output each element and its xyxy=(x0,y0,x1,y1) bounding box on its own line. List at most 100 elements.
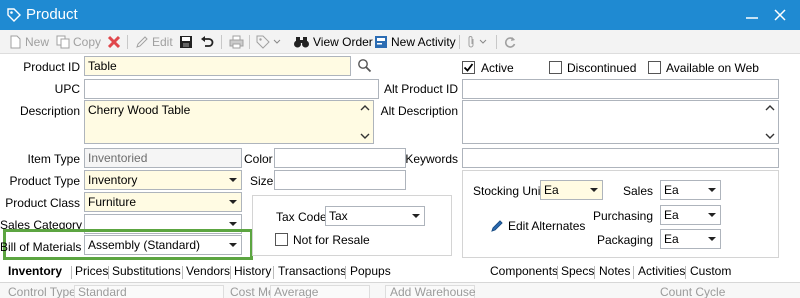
chevron-down-icon[interactable] xyxy=(704,181,720,199)
packaging-unit-select[interactable]: Ea xyxy=(660,229,721,249)
view-order-button[interactable]: View Order xyxy=(293,33,373,51)
discontinued-checkbox[interactable] xyxy=(549,61,562,74)
new-activity-label: New Activity xyxy=(391,35,456,49)
description-field[interactable]: Cherry Wood Table xyxy=(84,100,374,144)
alt-product-id-field[interactable] xyxy=(462,79,779,99)
edit-alternates-button[interactable]: Edit Alternates xyxy=(490,219,585,233)
chevron-down-icon[interactable] xyxy=(704,230,720,248)
control-type-label: Control Type xyxy=(8,285,76,298)
undo-icon xyxy=(201,36,214,47)
product-type-select[interactable]: Inventory xyxy=(84,170,242,190)
available-on-web-checkbox[interactable] xyxy=(648,61,661,74)
sales-unit-label: Sales xyxy=(622,184,653,198)
save-button[interactable] xyxy=(179,33,193,51)
paperclip-icon xyxy=(468,36,474,48)
stocking-unit-select[interactable]: Ea xyxy=(540,180,603,200)
stocking-unit-label: Stocking Unit xyxy=(473,184,544,198)
chevron-down-icon[interactable] xyxy=(225,236,241,254)
close-button[interactable] xyxy=(770,5,790,25)
tab-separator xyxy=(557,266,558,279)
chevron-down-icon[interactable] xyxy=(704,206,720,224)
undo-button[interactable] xyxy=(200,33,214,51)
tab-custom[interactable]: Custom xyxy=(690,264,731,278)
tag-menu-button[interactable] xyxy=(256,33,281,51)
new-activity-button[interactable]: New Activity xyxy=(374,33,456,51)
tab-inventory[interactable]: Inventory xyxy=(8,264,62,278)
active-checkbox[interactable] xyxy=(462,61,475,74)
bill-of-materials-select[interactable]: Assembly (Standard) xyxy=(84,235,242,255)
product-type-value: Inventory xyxy=(88,173,138,187)
copy-button[interactable]: Copy xyxy=(56,33,101,51)
new-document-icon xyxy=(10,35,21,49)
toolbar-separator xyxy=(221,35,222,49)
discontinued-label: Discontinued xyxy=(567,61,637,75)
toolbar-separator xyxy=(249,35,250,49)
tab-substitutions[interactable]: Substitutions xyxy=(112,264,181,278)
delete-icon xyxy=(107,35,121,49)
tab-separator xyxy=(633,266,634,279)
new-button[interactable]: New xyxy=(8,33,49,51)
upc-label: UPC xyxy=(54,82,80,96)
count-cycle-label: Count Cycle xyxy=(660,285,726,298)
minimize-button[interactable] xyxy=(742,6,762,24)
toolbar-separator xyxy=(127,35,128,49)
tab-separator xyxy=(594,266,595,279)
tab-separator xyxy=(345,266,346,279)
refresh-button[interactable] xyxy=(503,33,517,51)
tab-vendors[interactable]: Vendors xyxy=(186,264,230,278)
tag-icon xyxy=(7,8,21,22)
control-type-value: Standard xyxy=(78,285,127,298)
tax-code-label: Tax Code xyxy=(276,210,327,224)
product-id-label: Product ID xyxy=(23,60,80,74)
keywords-label: Keywords xyxy=(405,152,458,166)
size-label: Size xyxy=(250,174,274,188)
size-field[interactable] xyxy=(274,170,406,190)
delete-button[interactable] xyxy=(107,33,121,51)
print-button[interactable] xyxy=(229,33,244,51)
tab-separator xyxy=(108,266,109,279)
product-class-select[interactable]: Furniture xyxy=(84,192,242,212)
tab-components[interactable]: Components xyxy=(490,264,558,278)
description-text: Cherry Wood Table xyxy=(88,103,191,117)
chevron-down-icon[interactable] xyxy=(408,207,424,225)
edit-button[interactable]: Edit xyxy=(135,33,173,51)
product-class-value: Furniture xyxy=(88,195,137,209)
purchasing-unit-select[interactable]: Ea xyxy=(660,205,721,225)
tab-popups[interactable]: Popups xyxy=(350,264,391,278)
upc-field[interactable] xyxy=(84,79,379,99)
tab-history[interactable]: History xyxy=(234,264,271,278)
tab-strip-left: Inventory Prices Substitutions Vendors H… xyxy=(0,264,470,281)
tab-separator xyxy=(182,266,183,279)
sales-unit-select[interactable]: Ea xyxy=(660,180,721,200)
tax-code-value: Tax xyxy=(329,209,348,223)
attach-button[interactable] xyxy=(466,33,487,51)
binoculars-icon xyxy=(294,37,309,48)
add-warehouse-label: Add Warehouse xyxy=(390,285,476,298)
search-icon[interactable] xyxy=(357,58,372,73)
tab-separator xyxy=(71,266,72,279)
tab-activities[interactable]: Activities xyxy=(638,264,685,278)
product-id-field[interactable]: Table xyxy=(84,56,351,76)
toolbar: New Copy Edit View Order New Activity xyxy=(0,30,800,54)
tab-specs[interactable]: Specs xyxy=(561,264,594,278)
tax-code-select[interactable]: Tax xyxy=(325,206,425,226)
print-icon xyxy=(229,35,244,49)
window-title: Product xyxy=(26,6,78,23)
scrollbar[interactable] xyxy=(357,101,373,145)
not-for-resale-label: Not for Resale xyxy=(293,233,370,247)
not-for-resale-checkbox[interactable] xyxy=(275,233,288,246)
alt-description-field[interactable] xyxy=(462,100,779,144)
chevron-down-icon[interactable] xyxy=(225,171,241,189)
scrollbar[interactable] xyxy=(762,101,778,145)
toolbar-separator xyxy=(496,35,497,49)
tab-prices[interactable]: Prices xyxy=(75,264,108,278)
edit-alternates-label: Edit Alternates xyxy=(508,219,586,233)
active-label: Active xyxy=(481,61,514,75)
keywords-field[interactable] xyxy=(462,148,779,168)
tab-transactions[interactable]: Transactions xyxy=(278,264,346,278)
checkmark-icon xyxy=(463,63,474,72)
available-on-web-label: Available on Web xyxy=(666,61,759,75)
tab-notes[interactable]: Notes xyxy=(599,264,630,278)
chevron-down-icon[interactable] xyxy=(225,193,241,211)
view-order-label: View Order xyxy=(313,35,373,49)
